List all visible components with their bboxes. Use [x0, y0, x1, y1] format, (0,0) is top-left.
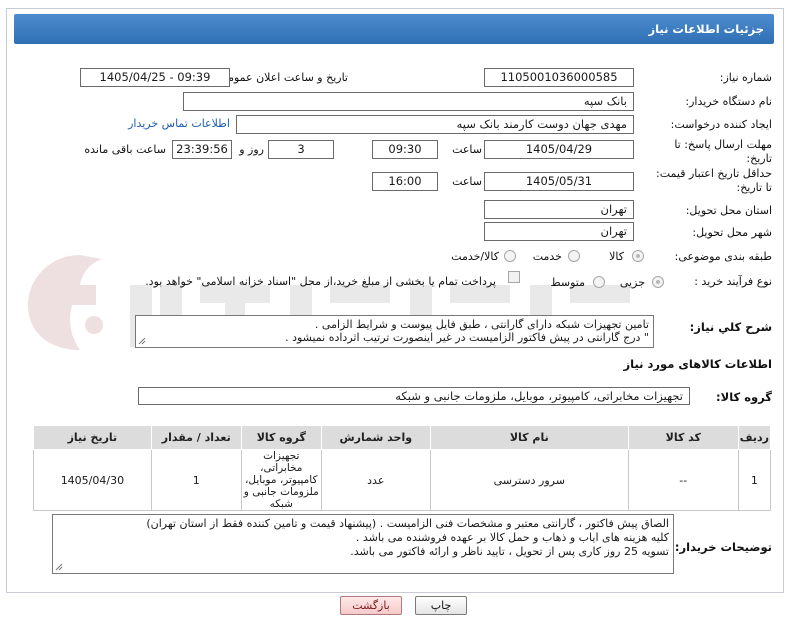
announce-label: تاریخ و ساعت اعلان عمومی:: [215, 71, 348, 84]
goods-group-label: گروه کالا:: [716, 390, 772, 404]
category-service-option: خدمت: [532, 250, 562, 263]
general-description-line: تامین تجهیزات شبکه دارای گارانتی ، طبق ف…: [314, 318, 649, 331]
need-number-field: 1105001036000585: [484, 68, 634, 87]
reply-deadline-label-2: تاریخ:: [746, 152, 772, 165]
reply-deadline-label: مهلت ارسال پاسخ: تا: [674, 138, 772, 151]
treasury-payment-note: پرداخت تمام یا بخشی از مبلغ خرید،از محل …: [145, 275, 496, 288]
price-validity-label-2: تا تاریخ:: [736, 181, 772, 194]
cell-name: سرور دسترسی: [429, 449, 629, 511]
print-button[interactable]: چاپ: [415, 596, 467, 615]
textarea-resize-grip-icon[interactable]: [55, 563, 63, 571]
treasury-payment-checkbox[interactable]: [508, 271, 520, 283]
purchase-small-option: جزیی: [619, 276, 645, 289]
cell-group: تجهیزات مخابراتی، کامپیوتر، موبایل، ملزو…: [240, 449, 322, 511]
reply-date-field: 1405/04/29: [484, 140, 634, 159]
buyer-notes-line: تسویه 25 روز کاری پس از تحویل ، تایید نا…: [350, 545, 669, 558]
col-name-header: نام کالا: [429, 425, 629, 450]
purchase-medium-option: متوسط: [550, 276, 585, 289]
cell-date: 1405/04/30: [33, 449, 152, 511]
reply-time-field: 09:30: [372, 140, 438, 159]
col-qty-header: تعداد / مقدار: [150, 425, 242, 450]
remaining-days-field: 3: [268, 140, 334, 159]
buyer-contact-link[interactable]: اطلاعات تماس خریدار: [128, 117, 230, 130]
category-service-radio[interactable]: [568, 250, 580, 262]
buyer-notes-line: الصاق پیش فاکتور ، گارانتی معتبر و مشخصا…: [146, 517, 669, 530]
price-validity-date-field: 1405/05/31: [484, 172, 634, 191]
category-goods-radio[interactable]: [632, 250, 644, 262]
back-button[interactable]: بازگشت: [340, 596, 402, 615]
col-unit-header: واحد شمارش: [320, 425, 431, 450]
purchase-type-label: نوع فرآیند خرید :: [694, 275, 772, 288]
cell-code: --: [627, 449, 739, 511]
reply-time-label: ساعت: [452, 143, 482, 156]
delivery-city-field: تهران: [484, 222, 634, 241]
creator-field: مهدی جهان دوست کارمند بانک سپه: [236, 115, 634, 134]
buyer-notes-line: کلیه هزینه های ایاب و ذهاب و حمل کالا بر…: [355, 531, 669, 544]
category-goods-service-option: کالا/خدمت: [451, 250, 499, 263]
remaining-time-field: 23:39:56: [172, 140, 232, 159]
col-row-header: ردیف: [737, 425, 772, 450]
announce-datetime-field: 1405/04/25 - 09:39: [80, 68, 230, 87]
table-row: 1 -- سرور دسترسی عدد تجهیزات مخابراتی، ک…: [33, 449, 772, 511]
category-label: طبقه بندی موضوعی:: [674, 250, 772, 263]
creator-label: ایجاد کننده درخواست:: [670, 118, 772, 131]
price-validity-label: حداقل تاریخ اعتبار قیمت:: [656, 167, 772, 180]
price-validity-time-field: 16:00: [372, 172, 438, 191]
delivery-city-label: شهر محل تحویل:: [692, 226, 772, 239]
items-table: ردیف کد کالا نام کالا واحد شمارش گروه کا…: [33, 425, 772, 511]
cell-qty: 1: [150, 449, 242, 511]
general-description-text: تامین تجهیزات شبکه دارای گارانتی ، طبق ف…: [135, 315, 654, 348]
buyer-notes-label: توضیحات خریدار:: [674, 540, 772, 554]
remaining-label: ساعت باقی مانده: [84, 143, 166, 156]
buyer-notes-text: الصاق پیش فاکتور ، گارانتی معتبر و مشخصا…: [52, 514, 674, 574]
need-number-label: شماره نیاز:: [719, 71, 772, 84]
buyer-org-label: نام دستگاه خریدار:: [685, 95, 772, 108]
purchase-small-radio[interactable]: [652, 276, 664, 288]
general-description-label: شرح کلي نیاز:: [689, 320, 772, 334]
general-description-line: " درج گارانتی در پیش فاکتور الزامیست در …: [285, 331, 649, 344]
col-code-header: کد کالا: [627, 425, 739, 450]
col-group-header: گروه کالا: [240, 425, 322, 450]
price-validity-time-label: ساعت: [452, 175, 482, 188]
panel-title: جزئیات اطلاعات نیاز: [14, 14, 774, 44]
purchase-medium-radio[interactable]: [593, 276, 605, 288]
category-goods-option: کالا: [609, 250, 624, 263]
category-goods-service-radio[interactable]: [504, 250, 516, 262]
col-date-header: تاریخ نیاز: [33, 425, 152, 450]
delivery-province-field: تهران: [484, 200, 634, 219]
table-header-row: ردیف کد کالا نام کالا واحد شمارش گروه کا…: [33, 425, 772, 450]
cell-unit: عدد: [320, 449, 431, 511]
delivery-province-label: استان محل تحویل:: [685, 204, 772, 217]
cell-row: 1: [737, 449, 772, 511]
textarea-resize-grip-icon[interactable]: [138, 337, 146, 345]
days-label: روز و: [239, 143, 264, 156]
buyer-org-field: بانک سپه: [183, 92, 634, 111]
goods-group-field: تجهیزات مخابراتی، کامپیوتر، موبایل، ملزو…: [138, 387, 690, 405]
goods-info-title: اطلاعات کالاهای مورد نیاز: [623, 357, 772, 371]
